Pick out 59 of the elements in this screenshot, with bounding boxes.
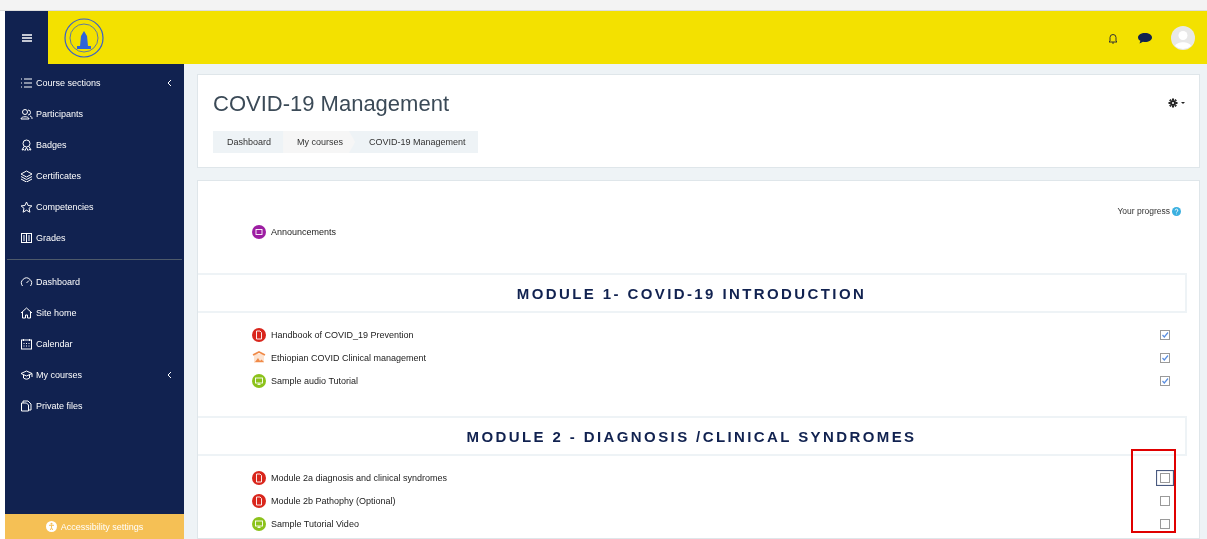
- media-activity-icon: [252, 516, 266, 531]
- activity-link[interactable]: Sample Tutorial Video: [271, 518, 1154, 529]
- completion-checkbox[interactable]: [1159, 517, 1171, 530]
- section-heading: MODULE 2 - DIAGNOSIS /CLINICAL SYNDROMES: [198, 416, 1187, 456]
- completion-checkbox[interactable]: [1159, 328, 1171, 341]
- course-title: COVID-19 Management: [213, 91, 449, 117]
- logo-icon[interactable]: [64, 17, 104, 58]
- sidebar-item[interactable]: Participants: [5, 98, 184, 129]
- image-activity-icon: [252, 350, 266, 365]
- activity-link[interactable]: Module 2b Pathophy (Optional): [271, 495, 1154, 506]
- activity-link[interactable]: Handbook of COVID_19 Prevention: [271, 329, 1154, 340]
- activity-link[interactable]: Module 2a diagnosis and clinical syndromes: [271, 472, 1151, 483]
- breadcrumb-link[interactable]: My courses: [283, 131, 356, 153]
- home-icon: [20, 306, 33, 319]
- help-icon[interactable]: [1172, 206, 1181, 216]
- star-icon: [20, 200, 33, 213]
- progress-label: Your progress: [1117, 206, 1170, 216]
- completion-checkbox[interactable]: [1159, 374, 1171, 387]
- completion-checkbox[interactable]: [1159, 351, 1171, 364]
- files-icon: [20, 399, 33, 412]
- users-icon: [20, 107, 33, 120]
- section-heading: MODULE 1- COVID-19 INTRODUCTION: [198, 273, 1187, 313]
- layers-icon: [20, 169, 33, 182]
- chat-icon[interactable]: [1137, 31, 1153, 44]
- forum-activity-icon: [252, 224, 266, 239]
- table-icon: [20, 231, 33, 244]
- badge-icon: [20, 138, 33, 151]
- chevron-icon[interactable]: [167, 370, 172, 379]
- activity-link[interactable]: Sample audio Tutorial: [271, 375, 1154, 386]
- settings-icon: [1167, 96, 1185, 109]
- breadcrumb-link[interactable]: COVID-19 Management: [355, 131, 478, 153]
- list-icon: [20, 76, 33, 89]
- sidebar-item[interactable]: Grades: [5, 222, 184, 253]
- sidebar-item[interactable]: Private files: [5, 390, 184, 421]
- chevron-icon[interactable]: [167, 78, 172, 87]
- sidebar-item[interactable]: Certificates: [5, 160, 184, 191]
- pdf-activity-icon: [252, 470, 266, 485]
- activity-link[interactable]: Ethiopian COVID Clinical management: [271, 352, 1154, 363]
- cap-icon: [20, 368, 33, 381]
- sidebar-item[interactable]: Course sections: [5, 67, 184, 98]
- breadcrumb-link[interactable]: Dashboard: [213, 131, 284, 153]
- menu-icon: [21, 33, 32, 42]
- gauge-icon: [20, 275, 33, 288]
- completion-checkbox[interactable]: [1159, 494, 1171, 507]
- sidebar-item[interactable]: Competencies: [5, 191, 184, 222]
- accessibility-icon: [45, 521, 57, 532]
- menu-button[interactable]: [5, 11, 48, 64]
- sidebar-item[interactable]: My courses: [5, 359, 184, 390]
- pdf-activity-icon: [252, 327, 266, 342]
- pdf-activity-icon: [252, 493, 266, 508]
- sidebar-item[interactable]: Dashboard: [5, 266, 184, 297]
- activity-link[interactable]: Announcements: [271, 226, 1199, 237]
- completion-checkbox[interactable]: [1156, 469, 1174, 486]
- calendar-icon: [20, 337, 33, 350]
- sidebar-item[interactable]: Site home: [5, 297, 184, 328]
- media-activity-icon: [252, 373, 266, 388]
- sidebar-item[interactable]: Badges: [5, 129, 184, 160]
- sidebar-item[interactable]: Calendar: [5, 328, 184, 359]
- bell-icon[interactable]: [1107, 31, 1119, 44]
